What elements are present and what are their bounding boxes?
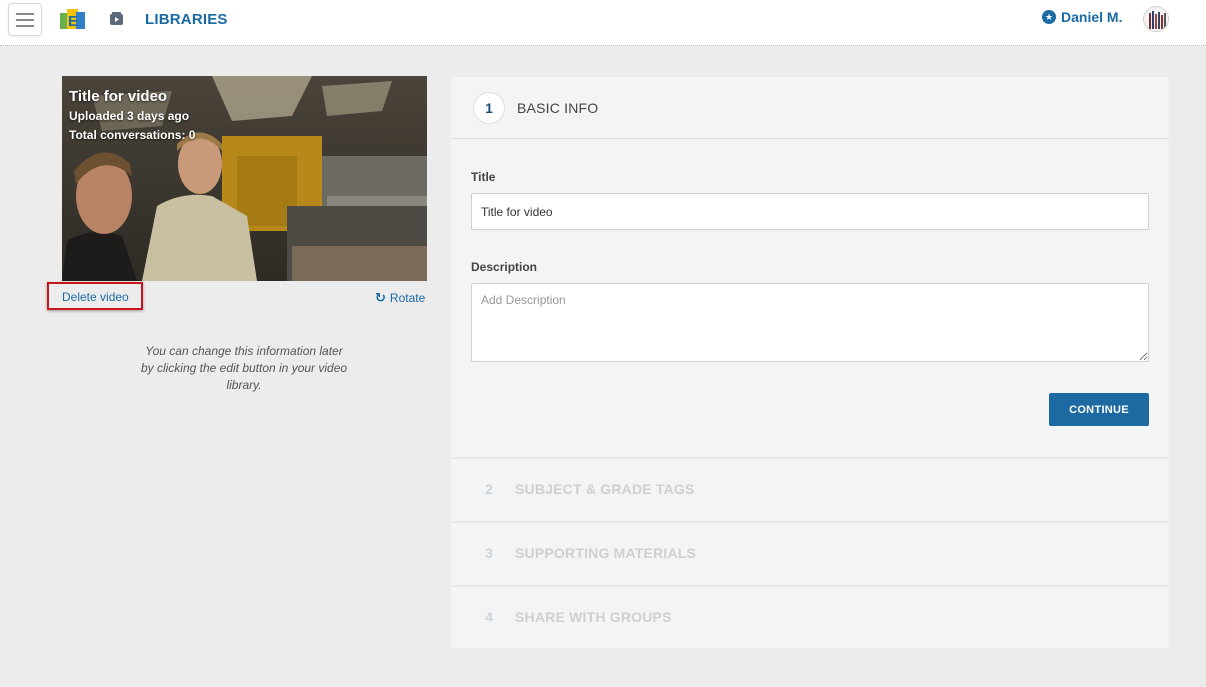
avatar[interactable] xyxy=(1143,6,1169,32)
top-bar: E LIBRARIES ★ Daniel M. xyxy=(0,0,1206,46)
menu-icon-bar xyxy=(16,18,34,21)
step-basic-info[interactable]: 1 BASIC INFO xyxy=(451,77,1169,139)
upload-wizard: 1 BASIC INFO Title Description CONTINUE … xyxy=(451,77,1169,648)
video-title: Title for video xyxy=(69,88,168,105)
conversation-count: Total conversations: 0 xyxy=(69,128,196,142)
continue-button[interactable]: CONTINUE xyxy=(1049,393,1149,426)
page-title[interactable]: LIBRARIES xyxy=(145,11,228,28)
step-label: SUPPORTING MATERIALS xyxy=(515,545,697,561)
video-thumbnail[interactable]: Title for video Uploaded 3 days ago Tota… xyxy=(62,76,427,281)
user-name[interactable]: Daniel M. xyxy=(1061,9,1122,25)
step-label: BASIC INFO xyxy=(517,99,599,116)
title-input[interactable] xyxy=(471,193,1149,230)
rotate-label: Rotate xyxy=(389,291,426,305)
step-label: SUBJECT & GRADE TAGS xyxy=(515,481,695,497)
svg-text:E: E xyxy=(68,13,78,30)
step-number: 3 xyxy=(485,545,493,561)
description-textarea[interactable] xyxy=(471,283,1149,362)
step-supporting-materials[interactable]: 3 SUPPORTING MATERIALS xyxy=(451,521,1169,583)
step-number: 2 xyxy=(485,481,493,497)
step-subject-grade-tags[interactable]: 2 SUBJECT & GRADE TAGS xyxy=(451,457,1169,519)
menu-icon-bar xyxy=(16,12,34,15)
delete-video-link[interactable]: Delete video xyxy=(62,290,129,304)
step-number: 1 xyxy=(473,91,505,124)
rotate-icon: ↻ xyxy=(375,290,386,305)
library-icon[interactable] xyxy=(109,11,124,26)
star-icon: ★ xyxy=(1042,10,1056,24)
description-label: Description xyxy=(471,260,538,274)
step-label: SHARE WITH GROUPS xyxy=(515,609,672,625)
step-share-with-groups[interactable]: 4 SHARE WITH GROUPS xyxy=(451,585,1169,647)
rotate-link[interactable]: ↻ Rotate xyxy=(375,290,425,306)
menu-button[interactable] xyxy=(8,3,42,36)
step-number: 4 xyxy=(485,609,493,625)
menu-icon-bar xyxy=(16,24,34,27)
thumbnail-overlay: Title for video Uploaded 3 days ago Tota… xyxy=(69,88,195,147)
app-logo[interactable]: E xyxy=(58,7,88,31)
user-menu[interactable]: ★ Daniel M. xyxy=(1042,9,1122,25)
upload-time: Uploaded 3 days ago xyxy=(69,109,190,123)
help-text: You can change this information later by… xyxy=(140,344,348,392)
title-label: Title xyxy=(471,170,496,184)
